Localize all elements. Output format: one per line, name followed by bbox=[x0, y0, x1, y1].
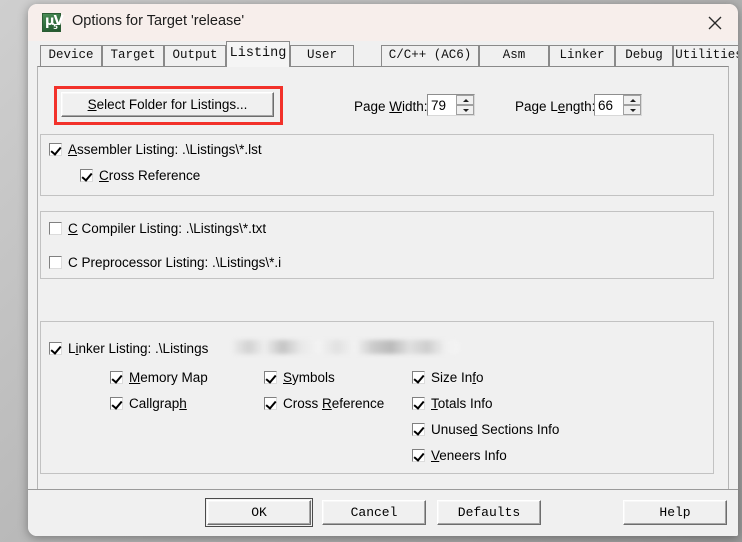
linker-option-callgraph-box[interactable] bbox=[110, 397, 123, 410]
options-dialog: µV 5 Options for Target 'release' Device… bbox=[28, 4, 738, 536]
linker-listing-label-after: nker Listing: .\Listings bbox=[78, 341, 209, 356]
select-folder-for-listings-button[interactable]: Select Folder for Listings... bbox=[61, 92, 274, 117]
assembler-cross-reference-label: ross Reference bbox=[108, 168, 201, 183]
c-compiler-listing-label: Compiler Listing: .\Listings\*.txt bbox=[77, 221, 267, 236]
c-preprocessor-listing-checkbox[interactable]: C Preprocessor Listing: .\Listings\*.i bbox=[49, 255, 281, 270]
page-length-label-after: ngth: bbox=[565, 99, 596, 114]
page-width-spin-up-icon[interactable] bbox=[456, 95, 474, 105]
c-preprocessor-listing-checkbox-box[interactable] bbox=[49, 256, 62, 269]
linker-option-memory-map-label: emory Map bbox=[140, 370, 208, 385]
cancel-button[interactable]: Cancel bbox=[322, 500, 426, 525]
page-length-spin-buttons[interactable] bbox=[623, 95, 641, 115]
tab-debug[interactable]: Debug bbox=[615, 45, 673, 66]
defaults-button[interactable]: Defaults bbox=[437, 500, 541, 525]
assembler-listing-checkbox[interactable]: Assembler Listing: .\Listings\*.lst bbox=[49, 142, 262, 157]
linker-option-size-info[interactable]: Size Info bbox=[412, 370, 484, 385]
tab-linker[interactable]: Linker bbox=[549, 45, 615, 66]
page-length-value[interactable]: 66 bbox=[598, 96, 613, 115]
page-width-stepper[interactable]: 79 bbox=[427, 94, 475, 116]
linker-option-memory-map-box[interactable] bbox=[110, 371, 123, 384]
tab-output[interactable]: Output bbox=[164, 45, 226, 66]
tab-device[interactable]: Device bbox=[40, 45, 102, 66]
c-preprocessor-listing-label: C Preprocessor Listing: .\Listings\*.i bbox=[68, 255, 282, 270]
help-button[interactable]: Help bbox=[623, 500, 727, 525]
page-width-spin-buttons[interactable] bbox=[456, 95, 474, 115]
assembler-cross-reference-checkbox-box[interactable] bbox=[80, 169, 93, 182]
title-bar: µV 5 Options for Target 'release' bbox=[28, 4, 738, 41]
linker-option-totals-info-box[interactable] bbox=[412, 397, 425, 410]
linker-option-unused-sections-info[interactable]: Unused Sections Info bbox=[412, 422, 559, 437]
linker-option-callgraph-label: Callgrap bbox=[129, 396, 180, 411]
page-length-stepper[interactable]: 66 bbox=[594, 94, 642, 116]
linker-option-unused-sections-info-label: Unuse bbox=[431, 422, 471, 437]
linker-option-unused-sections-info-box[interactable] bbox=[412, 423, 425, 436]
linker-listing-checkbox[interactable]: Linker Listing: .\Listings bbox=[49, 341, 208, 356]
select-folder-accel: S bbox=[87, 97, 97, 112]
uvision-logo-icon: µV 5 bbox=[42, 13, 64, 32]
ok-button[interactable]: OK bbox=[205, 498, 313, 527]
linker-listing-label-before: L bbox=[68, 341, 76, 356]
tab-target[interactable]: Target bbox=[102, 45, 164, 66]
page-length-spin-down-icon[interactable] bbox=[623, 105, 641, 115]
assembler-listing-label: ssembler Listing: .\Listings\*.lst bbox=[77, 142, 262, 157]
linker-option-symbols[interactable]: Symbols bbox=[264, 370, 335, 385]
linker-option-symbols-label: ymbols bbox=[292, 370, 335, 385]
page-width-spin-down-icon[interactable] bbox=[456, 105, 474, 115]
tab-utilities[interactable]: Utilities bbox=[673, 45, 738, 66]
c-compiler-listing-checkbox[interactable]: C Compiler Listing: .\Listings\*.txt bbox=[49, 221, 266, 236]
dialog-button-bar: OK Cancel Defaults Help bbox=[28, 489, 738, 536]
close-icon[interactable] bbox=[692, 4, 738, 41]
linker-option-veneers-info-label: eneers Info bbox=[439, 448, 507, 463]
tab-strip: Device Target Output Listing User C/C++ … bbox=[28, 41, 738, 67]
page-length-label: Page Length: bbox=[515, 99, 595, 114]
linker-option-callgraph[interactable]: Callgraph bbox=[110, 396, 187, 411]
assembler-listing-accel: A bbox=[68, 142, 78, 157]
page-width-label-after: idth: bbox=[402, 99, 428, 114]
c-compiler-listing-accel: C bbox=[68, 221, 78, 236]
tab-asm[interactable]: Asm bbox=[479, 45, 549, 66]
page-width-label-before: Page bbox=[354, 99, 390, 114]
assembler-listing-checkbox-box[interactable] bbox=[49, 143, 62, 156]
window-title: Options for Target 'release' bbox=[72, 13, 245, 29]
page-length-spin-up-icon[interactable] bbox=[623, 95, 641, 105]
linker-option-cross-reference-label: Cross bbox=[283, 396, 323, 411]
page-width-value[interactable]: 79 bbox=[431, 96, 446, 115]
select-folder-label-rest: elect Folder for Listings... bbox=[96, 97, 248, 112]
linker-option-memory-map[interactable]: Memory Map bbox=[110, 370, 208, 385]
page-length-label-before: Page L bbox=[515, 99, 558, 114]
page-width-label: Page Width: bbox=[354, 99, 428, 114]
linker-option-cross-reference[interactable]: Cross Reference bbox=[264, 396, 384, 411]
linker-listing-checkbox-box[interactable] bbox=[49, 342, 62, 355]
linker-option-veneers-info-box[interactable] bbox=[412, 449, 425, 462]
linker-option-cross-reference-box[interactable] bbox=[264, 397, 277, 410]
linker-option-totals-info-label: otals Info bbox=[437, 396, 493, 411]
tab-c-cpp-ac6[interactable]: C/C++ (AC6) bbox=[381, 45, 479, 66]
linker-option-size-info-box[interactable] bbox=[412, 371, 425, 384]
assembler-cross-reference-checkbox[interactable]: Cross Reference bbox=[80, 168, 200, 183]
linker-option-size-info-label: Size In bbox=[431, 370, 473, 385]
linker-option-totals-info[interactable]: Totals Info bbox=[412, 396, 493, 411]
tab-listing[interactable]: Listing bbox=[226, 41, 290, 67]
page-width-accel: W bbox=[389, 99, 403, 114]
c-compiler-listing-checkbox-box[interactable] bbox=[49, 222, 62, 235]
tab-user[interactable]: User bbox=[290, 45, 354, 66]
linker-option-symbols-box[interactable] bbox=[264, 371, 277, 384]
uvision-logo-version: 5 bbox=[53, 23, 58, 31]
linker-option-veneers-info[interactable]: Veneers Info bbox=[412, 448, 507, 463]
assembler-cross-reference-accel: C bbox=[99, 168, 109, 183]
